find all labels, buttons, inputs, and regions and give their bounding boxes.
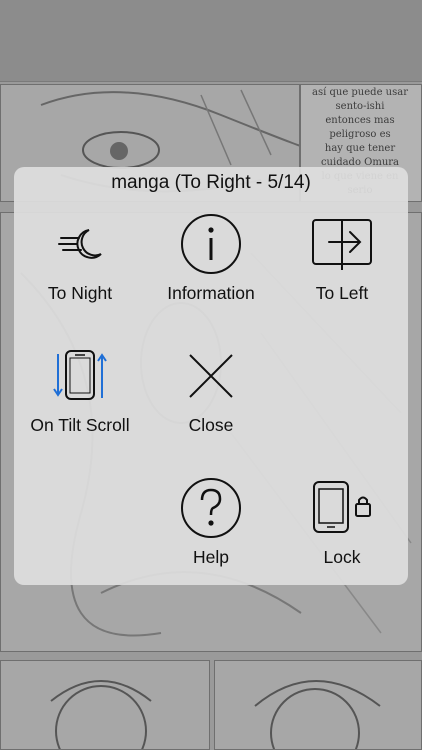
close-label: Close — [188, 415, 234, 435]
to-night-button[interactable]: To Night — [20, 207, 140, 317]
phone-tilt-icon — [20, 339, 140, 413]
book-arrow-icon — [282, 207, 402, 281]
on-tilt-scroll-button[interactable]: On Tilt Scroll — [20, 339, 140, 449]
help-button[interactable]: Help — [151, 471, 271, 581]
info-circle-icon — [151, 207, 271, 281]
lock-label: Lock — [323, 547, 361, 567]
menu-title: manga (To Right - 5/14) — [111, 172, 311, 193]
reader-top-bar — [0, 0, 422, 82]
help-circle-icon — [151, 471, 271, 545]
close-button[interactable]: Close — [151, 339, 271, 449]
tablet-lock-icon — [282, 471, 402, 545]
to-left-label: To Left — [315, 283, 369, 303]
lock-button[interactable]: Lock — [282, 471, 402, 581]
manga-panel-bottom-right — [214, 660, 422, 750]
moon-wind-icon — [20, 207, 140, 281]
manga-panel-bottom-left — [0, 660, 210, 750]
close-x-icon — [151, 339, 271, 413]
to-left-button[interactable]: To Left — [282, 207, 402, 317]
reader-options-menu: manga (To Right - 5/14) To Night Informa… — [14, 167, 408, 585]
information-button[interactable]: Information — [151, 207, 271, 317]
